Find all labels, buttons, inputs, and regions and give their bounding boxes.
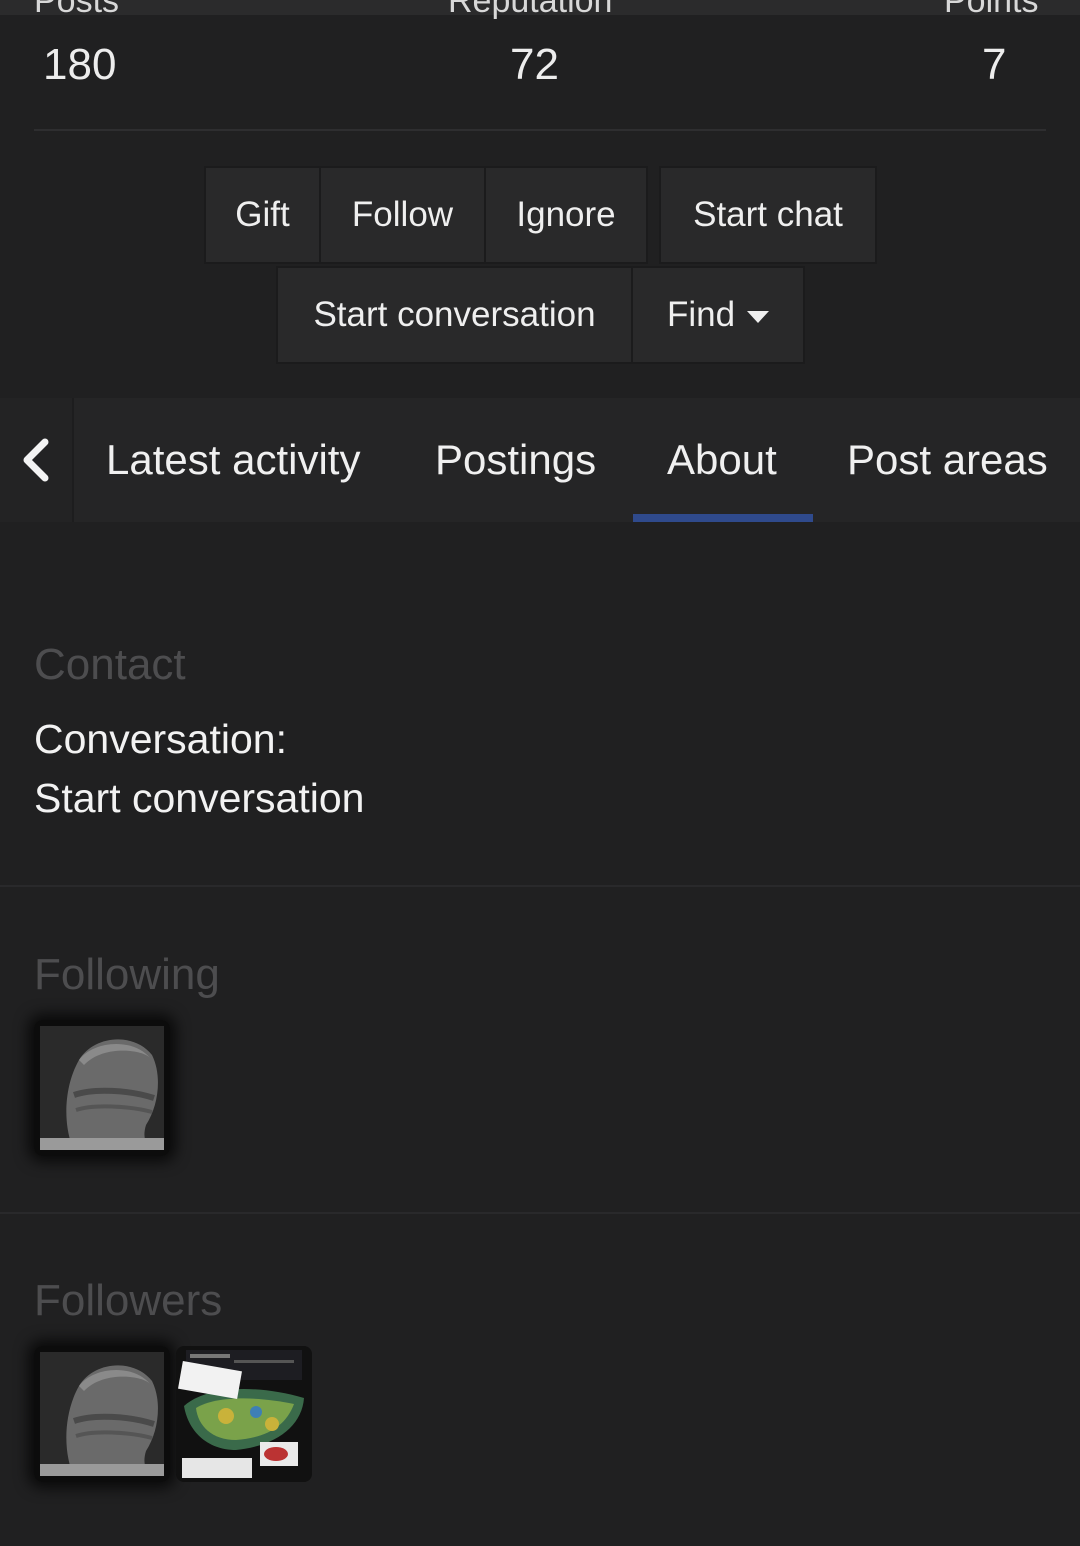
stats-divider — [34, 129, 1046, 131]
profile-tabs: Latest activity Postings About Post area… — [0, 398, 1080, 522]
profile-page: Posts 180 Reputation 72 Points 7 Gift Fo… — [0, 0, 1080, 1546]
conversation-label: Conversation: — [34, 716, 287, 762]
caret-down-icon — [747, 311, 770, 323]
tab-latest-activity[interactable]: Latest activity — [106, 398, 360, 522]
stat-value-reputation: 72 — [510, 40, 559, 89]
followers-heading: Followers — [34, 1276, 223, 1325]
follower-avatar[interactable] — [34, 1346, 170, 1482]
stat-value-points: 7 — [982, 40, 1007, 89]
map-collage-image — [176, 1346, 312, 1482]
start-conversation-link[interactable]: Start conversation — [34, 775, 364, 822]
gift-button[interactable]: Gift — [204, 166, 321, 264]
find-dropdown[interactable]: Find — [631, 266, 805, 364]
tab-post-areas[interactable]: Post areas — [847, 398, 1048, 522]
follower-avatar[interactable] — [176, 1346, 312, 1482]
stat-label-reputation: Reputation — [448, 0, 613, 20]
ignore-button[interactable]: Ignore — [484, 166, 648, 264]
contact-heading: Contact — [34, 640, 186, 689]
stat-label-points: Points — [944, 0, 1039, 20]
follow-button[interactable]: Follow — [319, 166, 486, 264]
stat-value-posts: 180 — [43, 40, 117, 89]
following-heading: Following — [34, 950, 220, 999]
tabs-back-button[interactable] — [0, 398, 74, 522]
head-sculpture-image — [34, 1020, 170, 1156]
stat-label-posts: Posts — [34, 0, 120, 20]
active-tab-indicator — [633, 514, 813, 522]
tab-postings[interactable]: Postings — [435, 398, 596, 522]
start-chat-button[interactable]: Start chat — [659, 166, 877, 264]
section-divider — [0, 1212, 1080, 1214]
tab-about[interactable]: About — [667, 398, 777, 522]
head-sculpture-image — [34, 1346, 170, 1482]
section-divider — [0, 885, 1080, 887]
find-label: Find — [666, 295, 736, 334]
chevron-left-icon — [23, 438, 49, 482]
following-avatar[interactable] — [34, 1020, 170, 1156]
start-conversation-button[interactable]: Start conversation — [276, 266, 633, 364]
